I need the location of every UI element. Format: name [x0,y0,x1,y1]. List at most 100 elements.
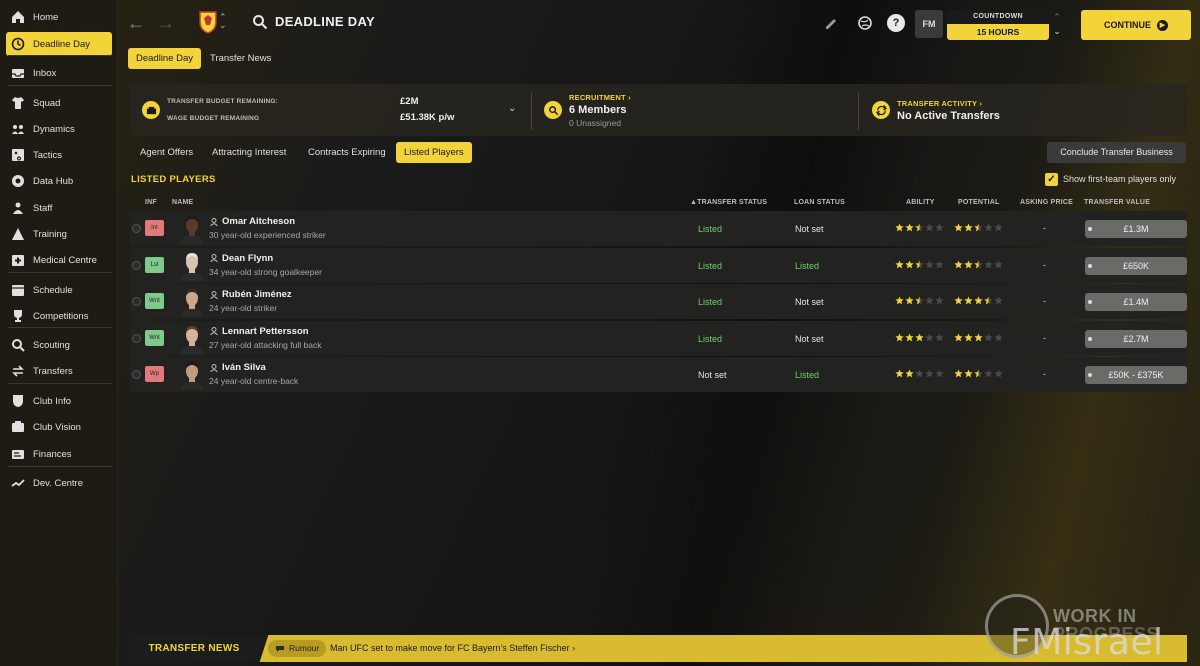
transfer-value-button[interactable]: £650K [1085,256,1187,275]
tab-attracting-interest[interactable]: Attracting Interest [204,142,294,163]
column-inf[interactable]: INF [145,199,157,206]
star-icon [984,369,993,378]
star-icon [984,223,993,232]
sidebar-item-home[interactable]: Home [6,5,112,29]
potential-stars [954,296,1003,305]
column-name[interactable]: NAME [172,199,193,206]
transfer-status: Listed [698,224,723,234]
first-team-checkbox[interactable]: ✓ [1045,172,1058,186]
conclude-transfer-business-button[interactable]: Conclude Transfer Business [1047,142,1186,163]
column-transfer-value[interactable]: TRANSFER VALUE [1084,199,1150,206]
budget-expand-icon[interactable]: ⌄ [508,103,516,114]
recruitment-link[interactable]: RECRUITMENT › [569,93,631,102]
player-name-link[interactable]: Rubén Jiménez [210,289,292,300]
asking-price: - [1043,332,1046,343]
countdown-toggle-icon[interactable]: ⌃ ⌄ [1051,10,1063,40]
ability-stars [895,223,944,232]
countdown-panel[interactable]: COUNTDOWN 15 HOURS [947,10,1049,40]
table-row[interactable]: Lst Dean Flynn 34 year-old strong goalkeep… [130,247,1187,283]
sidebar-item-schedule[interactable]: Schedule [6,278,112,302]
search-icon[interactable] [252,14,268,30]
star-icon [974,369,983,378]
star-icon [954,223,963,232]
sidebar-item-dynamics[interactable]: Dynamics [6,117,112,141]
sidebar-item-label: Data Hub [33,175,74,187]
column-ability[interactable]: ABILITY [906,199,935,206]
sidebar-item-finances[interactable]: Finances [6,442,112,466]
transfer-value-button[interactable]: £1.4M [1085,293,1187,312]
sidebar-item-club-vision[interactable]: Club Vision [6,415,112,439]
tab-listed-players[interactable]: Listed Players [396,142,472,163]
player-name-link[interactable]: Iván Silva [210,362,266,373]
sidebar-item-medical-centre[interactable]: Medical Centre [6,248,112,272]
table-row[interactable]: Wp Iván Silva 24 year-old centre-back Not s… [130,357,1187,393]
transfer-activity-link[interactable]: TRANSFER ACTIVITY › [897,99,982,108]
sidebar-item-dev-centre[interactable]: Dev. Centre [6,471,112,495]
fm-menu-button[interactable]: FM [915,10,943,38]
table-row[interactable]: Wnt Rubén Jiménez 24 year-old striker Liste… [130,284,1187,320]
row-select-radio[interactable] [132,297,141,307]
sidebar-item-training[interactable]: Training [6,222,112,246]
player-name-link[interactable]: Omar Aitcheson [210,216,295,227]
transfers-icon [10,364,25,379]
inf-badge[interactable]: Wp [145,366,164,383]
sidebar-item-staff[interactable]: Staff [6,196,112,220]
column-transfer-status[interactable]: ▲TRANSFER STATUS [690,199,767,206]
back-arrow-icon[interactable]: ← [126,13,146,33]
sidebar-item-scouting[interactable]: Scouting [6,333,112,357]
player-name-link[interactable]: Lennart Pettersson [210,326,309,337]
recruitment-members: 6 Members [569,104,627,116]
sidebar-item-label: Schedule [33,284,73,296]
row-select-radio[interactable] [132,260,141,270]
sidebar-item-club-info[interactable]: Club Info [6,389,112,413]
sidebar-item-inbox[interactable]: Inbox [6,61,112,85]
player-face-avatar [181,362,203,391]
transfer-value-button[interactable]: £2.7M [1085,329,1187,348]
tab-transfer-news[interactable]: Transfer News [202,48,279,69]
star-icon [925,296,934,305]
column-potential[interactable]: POTENTIAL [958,199,999,206]
finances-icon [10,447,25,462]
medical-icon [10,253,25,268]
inf-badge[interactable]: Lst [145,256,164,273]
row-select-radio[interactable] [132,224,141,233]
help-icon[interactable]: ? [887,14,905,32]
sidebar-item-deadline-day[interactable]: Deadline Day [6,32,112,56]
crest-dropdown-icon[interactable]: ⌃ ⌄ [219,13,227,30]
table-row[interactable]: Wnt Lennart Pettersson 27 year-old attacki… [130,320,1187,356]
column-loan-status[interactable]: LOAN STATUS [794,199,845,206]
inf-badge[interactable]: Int [145,220,164,236]
sidebar-item-tactics[interactable]: Tactics [6,143,112,167]
sidebar-item-transfers[interactable]: Transfers [6,359,112,383]
loan-status: Not set [795,224,824,234]
star-icon [915,260,924,268]
inf-badge[interactable]: Wnt [145,293,164,310]
column-asking-price[interactable]: ASKING PRICE [1020,199,1073,206]
sidebar-item-data-hub[interactable]: Data Hub [6,169,112,193]
tab-agent-offers[interactable]: Agent Offers [132,142,201,163]
trophy-icon [10,309,25,324]
sidebar-item-label: Finances [33,448,72,460]
person-icon [210,363,218,372]
row-select-radio[interactable] [132,333,141,343]
row-select-radio[interactable] [132,370,141,380]
forward-arrow-icon[interactable]: → [156,13,176,33]
sidebar-item-squad[interactable]: Squad [6,91,112,115]
tab-contracts-expiring[interactable]: Contracts Expiring [300,142,394,163]
sidebar-item-label: Club Vision [33,421,81,433]
inf-badge[interactable]: Wnt [145,329,164,346]
player-name-link[interactable]: Dean Flynn [210,253,273,264]
star-icon [964,296,973,305]
star-icon [895,223,904,232]
edit-pencil-icon[interactable] [822,14,840,32]
first-team-filter[interactable]: ✓ Show first-team players only [1045,172,1176,186]
sidebar-item-competitions[interactable]: Competitions [6,304,112,328]
globe-icon[interactable] [856,14,874,32]
transfer-value-button[interactable]: £50K - £375K [1085,366,1187,385]
table-row[interactable]: Int Omar Aitcheson 30 year-old experienced… [130,211,1187,246]
news-headline[interactable]: Man UFC set to make move for FC Bayern's… [330,643,575,653]
club-crest-icon[interactable] [198,10,218,34]
tab-deadline-day[interactable]: Deadline Day [128,48,202,69]
continue-button[interactable]: CONTINUE ▶ [1081,10,1191,40]
transfer-value-button[interactable]: £1.3M [1085,220,1187,238]
